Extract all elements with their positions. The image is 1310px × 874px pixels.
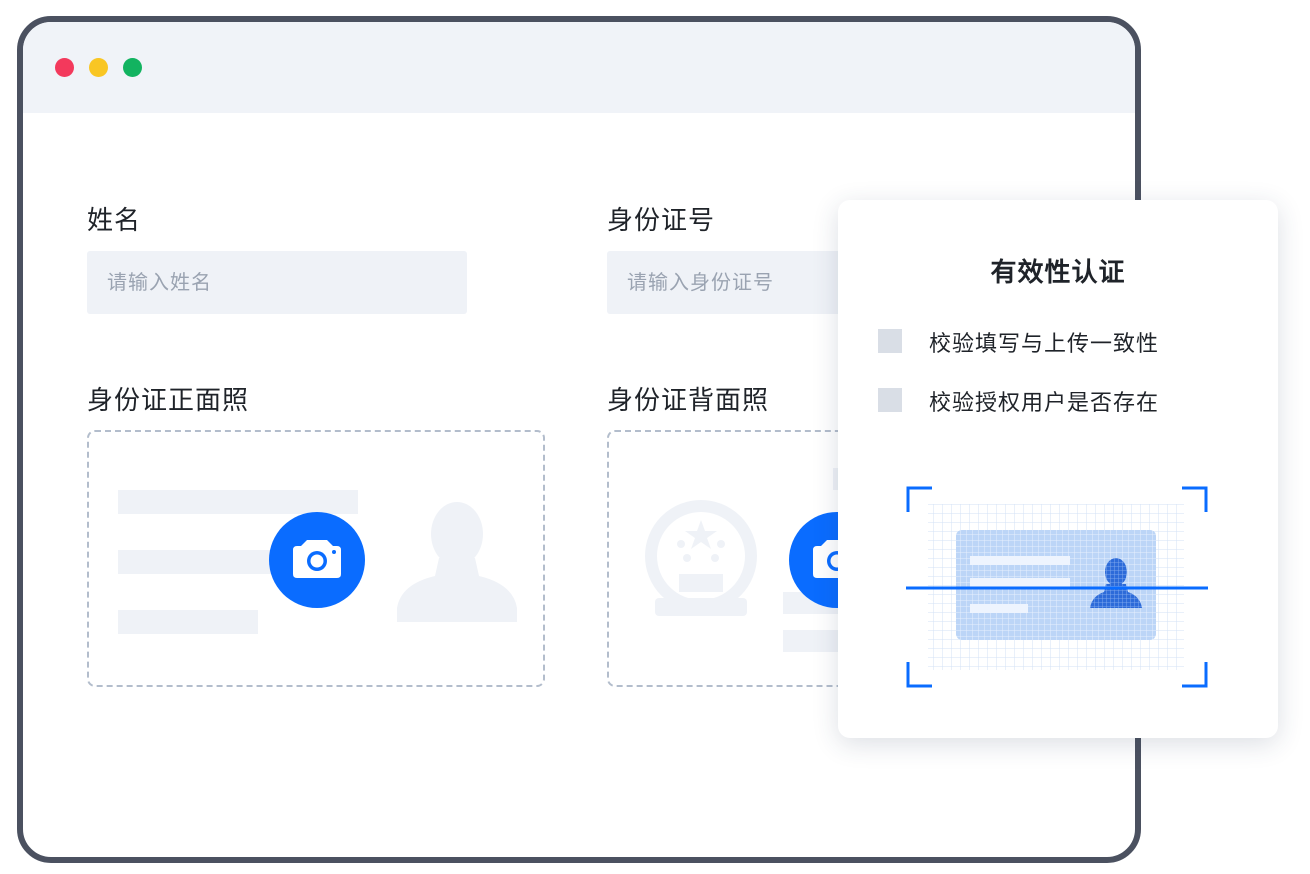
checkbox[interactable]: [878, 329, 902, 353]
upload-front-button[interactable]: [269, 512, 365, 608]
maximize-window-button[interactable]: [123, 58, 142, 77]
name-label: 姓名: [87, 206, 142, 236]
id-back-label: 身份证背面照: [607, 386, 770, 416]
id-front-upload[interactable]: [87, 430, 545, 687]
title-bar: [23, 22, 1135, 113]
name-input[interactable]: 请输入姓名: [87, 251, 467, 314]
portrait-silhouette-icon: [397, 502, 517, 622]
id-front-label: 身份证正面照: [87, 386, 250, 416]
option-label: 校验授权用户是否存在: [929, 391, 1160, 416]
placeholder-line: [118, 490, 358, 514]
placeholder-line: [118, 550, 278, 574]
placeholder-line: [118, 610, 258, 634]
camera-icon: [293, 540, 341, 578]
checkbox[interactable]: [878, 388, 902, 412]
id-card-scan-icon: [906, 486, 1208, 688]
national-emblem-icon: [645, 500, 757, 616]
option-label: 校验填写与上传一致性: [929, 332, 1160, 357]
close-window-button[interactable]: [55, 58, 74, 77]
minimize-window-button[interactable]: [89, 58, 108, 77]
id-number-label: 身份证号: [607, 206, 716, 236]
verification-panel: 有效性认证 校验填写与上传一致性 校验授权用户是否存在: [838, 200, 1278, 738]
verification-title: 有效性认证: [990, 258, 1126, 288]
